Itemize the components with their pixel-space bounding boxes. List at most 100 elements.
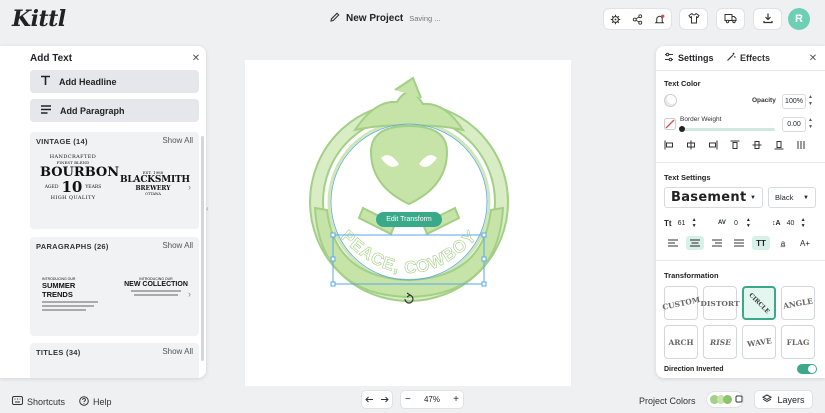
chevron-right-icon[interactable]: › bbox=[188, 289, 191, 299]
align-left-edge-icon[interactable] bbox=[664, 140, 674, 152]
transform-label: ARCH bbox=[668, 337, 694, 347]
font-weight-value: Black bbox=[775, 193, 794, 202]
template-preview-new-collection[interactable]: INTRODUCING OUR NEW COLLECTION bbox=[124, 277, 188, 317]
preview-text: HIGH QUALITY bbox=[50, 195, 96, 201]
direction-inverted-toggle[interactable] bbox=[797, 364, 817, 374]
shortcuts-button[interactable]: Shortcuts bbox=[12, 396, 65, 407]
border-weight-stepper[interactable]: ▲ ▼ bbox=[808, 117, 814, 132]
transform-arch-tile[interactable]: ARCH bbox=[664, 325, 698, 359]
line-height-control[interactable]: ↕A 40 ▲ ▼ bbox=[772, 217, 806, 229]
close-icon[interactable]: ✕ bbox=[190, 52, 202, 64]
transform-wave-tile[interactable]: WAVE bbox=[742, 325, 776, 359]
section-title: VINTAGE (14) bbox=[36, 137, 88, 146]
align-bottom-edge-icon[interactable] bbox=[774, 140, 784, 152]
help-button[interactable]: Help bbox=[79, 396, 112, 408]
letter-spacing-stepper[interactable]: ▲ ▼ bbox=[746, 217, 751, 229]
transformation-label: Transformation bbox=[664, 271, 719, 280]
text-align-left-icon[interactable] bbox=[664, 236, 682, 250]
direction-inverted-label: Direction Inverted bbox=[664, 366, 724, 373]
resize-handle bbox=[330, 281, 336, 287]
border-weight-slider[interactable] bbox=[679, 126, 775, 132]
shortcuts-label: Shortcuts bbox=[27, 396, 66, 407]
transform-circle-tile[interactable]: CIRCLE bbox=[742, 286, 776, 320]
truck-icon bbox=[724, 12, 737, 26]
font-size-value[interactable]: 61 bbox=[676, 220, 688, 227]
align-center-horizontal-icon[interactable] bbox=[686, 140, 696, 152]
kittl-logo[interactable]: Kittl bbox=[12, 6, 66, 32]
font-weight-select[interactable]: Black ▼ bbox=[768, 187, 816, 208]
text-align-center-icon[interactable] bbox=[686, 236, 704, 250]
text-align-row: TT a̲ A+ bbox=[664, 236, 814, 250]
transform-rise-tile[interactable]: RISE bbox=[703, 325, 737, 359]
show-all-link[interactable]: Show All bbox=[162, 347, 193, 356]
download-button[interactable] bbox=[753, 8, 782, 30]
user-avatar[interactable]: R bbox=[788, 8, 810, 30]
template-preview-bourbon[interactable]: HANDCRAFTED FINEST BLEND BOURBON AGED 10… bbox=[40, 154, 119, 222]
template-preview-summer-trends[interactable]: INTRODUCING OUR SUMMER TRENDS bbox=[42, 277, 106, 317]
project-colors-swatches[interactable] bbox=[706, 391, 744, 408]
font-size-control[interactable]: Tt 61 ▲ ▼ bbox=[664, 217, 697, 229]
show-all-link[interactable]: Show All bbox=[162, 136, 193, 145]
text-more-options-icon[interactable]: A+ bbox=[796, 236, 814, 250]
transform-flag-tile[interactable]: FLAG bbox=[781, 325, 815, 359]
chevron-right-icon[interactable]: › bbox=[188, 182, 191, 192]
uppercase-toggle-icon[interactable]: TT bbox=[752, 236, 770, 250]
add-paragraph-button[interactable]: Add Paragraph bbox=[30, 99, 199, 122]
undo-icon[interactable] bbox=[362, 391, 377, 408]
layers-button[interactable]: Layers bbox=[754, 390, 813, 409]
magic-wand-icon bbox=[726, 52, 736, 64]
distribute-icon[interactable] bbox=[796, 140, 806, 152]
project-name[interactable]: New Project bbox=[346, 13, 403, 24]
transform-distort-tile[interactable]: DISTORT bbox=[700, 286, 740, 320]
close-icon[interactable]: ✕ bbox=[807, 52, 819, 64]
text-align-justify-icon[interactable] bbox=[730, 236, 748, 250]
font-size-stepper[interactable]: ▲ ▼ bbox=[692, 217, 697, 229]
zoom-out-icon[interactable]: − bbox=[405, 394, 411, 405]
transform-custom-tile[interactable]: CUSTOM bbox=[661, 286, 701, 320]
panel-scrollbar[interactable] bbox=[201, 136, 204, 361]
line-height-stepper[interactable]: ▲ ▼ bbox=[801, 217, 806, 229]
border-weight-input[interactable]: 0.00 bbox=[782, 117, 806, 132]
font-family-select[interactable]: Basement ▼ bbox=[664, 187, 763, 208]
letter-spacing-control[interactable]: AV 0 ▲ ▼ bbox=[718, 217, 751, 229]
transform-angle-tile[interactable]: ANGLE bbox=[781, 286, 815, 320]
add-headline-button[interactable]: Add Headline bbox=[30, 70, 199, 93]
collapse-panel-handle[interactable]: ‹ bbox=[206, 204, 216, 218]
zoom-level[interactable]: 47% bbox=[424, 395, 440, 404]
zoom-in-icon[interactable]: + bbox=[453, 394, 459, 405]
letter-spacing-value[interactable]: 0 bbox=[730, 220, 742, 227]
titles-section: TITLES (34) Show All bbox=[30, 343, 199, 378]
preview-text: AGED bbox=[44, 185, 59, 190]
tab-effects[interactable]: Effects bbox=[726, 52, 770, 64]
no-border-icon[interactable] bbox=[664, 118, 676, 132]
show-all-link[interactable]: Show All bbox=[162, 241, 193, 250]
preview-text: SUMMER TRENDS bbox=[42, 281, 76, 299]
print-delivery-button[interactable] bbox=[716, 8, 745, 30]
line-height-icon: ↕A bbox=[772, 219, 781, 227]
layers-label: Layers bbox=[777, 394, 805, 405]
text-baseline-icon[interactable]: a̲ bbox=[774, 236, 792, 250]
project-title-area[interactable]: New Project Saving ... bbox=[330, 12, 441, 24]
slider-thumb[interactable] bbox=[679, 126, 685, 132]
redo-icon[interactable] bbox=[377, 391, 392, 408]
color-swatch[interactable] bbox=[723, 395, 733, 404]
zoom-control: − 47% + bbox=[400, 390, 464, 409]
text-color-swatch[interactable] bbox=[664, 94, 677, 107]
align-right-edge-icon[interactable] bbox=[708, 140, 718, 152]
keyboard-icon bbox=[12, 396, 23, 407]
line-height-value[interactable]: 40 bbox=[785, 220, 797, 227]
opacity-input[interactable]: 100% bbox=[782, 94, 806, 109]
tab-settings[interactable]: Settings bbox=[664, 52, 714, 64]
text-settings-label: Text Settings bbox=[664, 173, 711, 182]
share-icon[interactable] bbox=[626, 9, 648, 29]
align-center-vertical-icon[interactable] bbox=[752, 140, 762, 152]
transform-label: CIRCLE bbox=[747, 291, 771, 315]
edit-transform-button[interactable]: Edit Transform bbox=[376, 212, 442, 227]
opacity-stepper[interactable]: ▲ ▼ bbox=[808, 94, 814, 109]
align-top-edge-icon[interactable] bbox=[730, 140, 740, 152]
template-preview-blacksmith[interactable]: EST. 1988 BLACKSMITH BREWERY OTTAWA bbox=[120, 170, 190, 210]
notification-bell-icon[interactable] bbox=[648, 9, 670, 29]
gear-icon[interactable] bbox=[604, 9, 626, 29]
text-align-right-icon[interactable] bbox=[708, 236, 726, 250]
merch-button[interactable] bbox=[679, 8, 708, 30]
